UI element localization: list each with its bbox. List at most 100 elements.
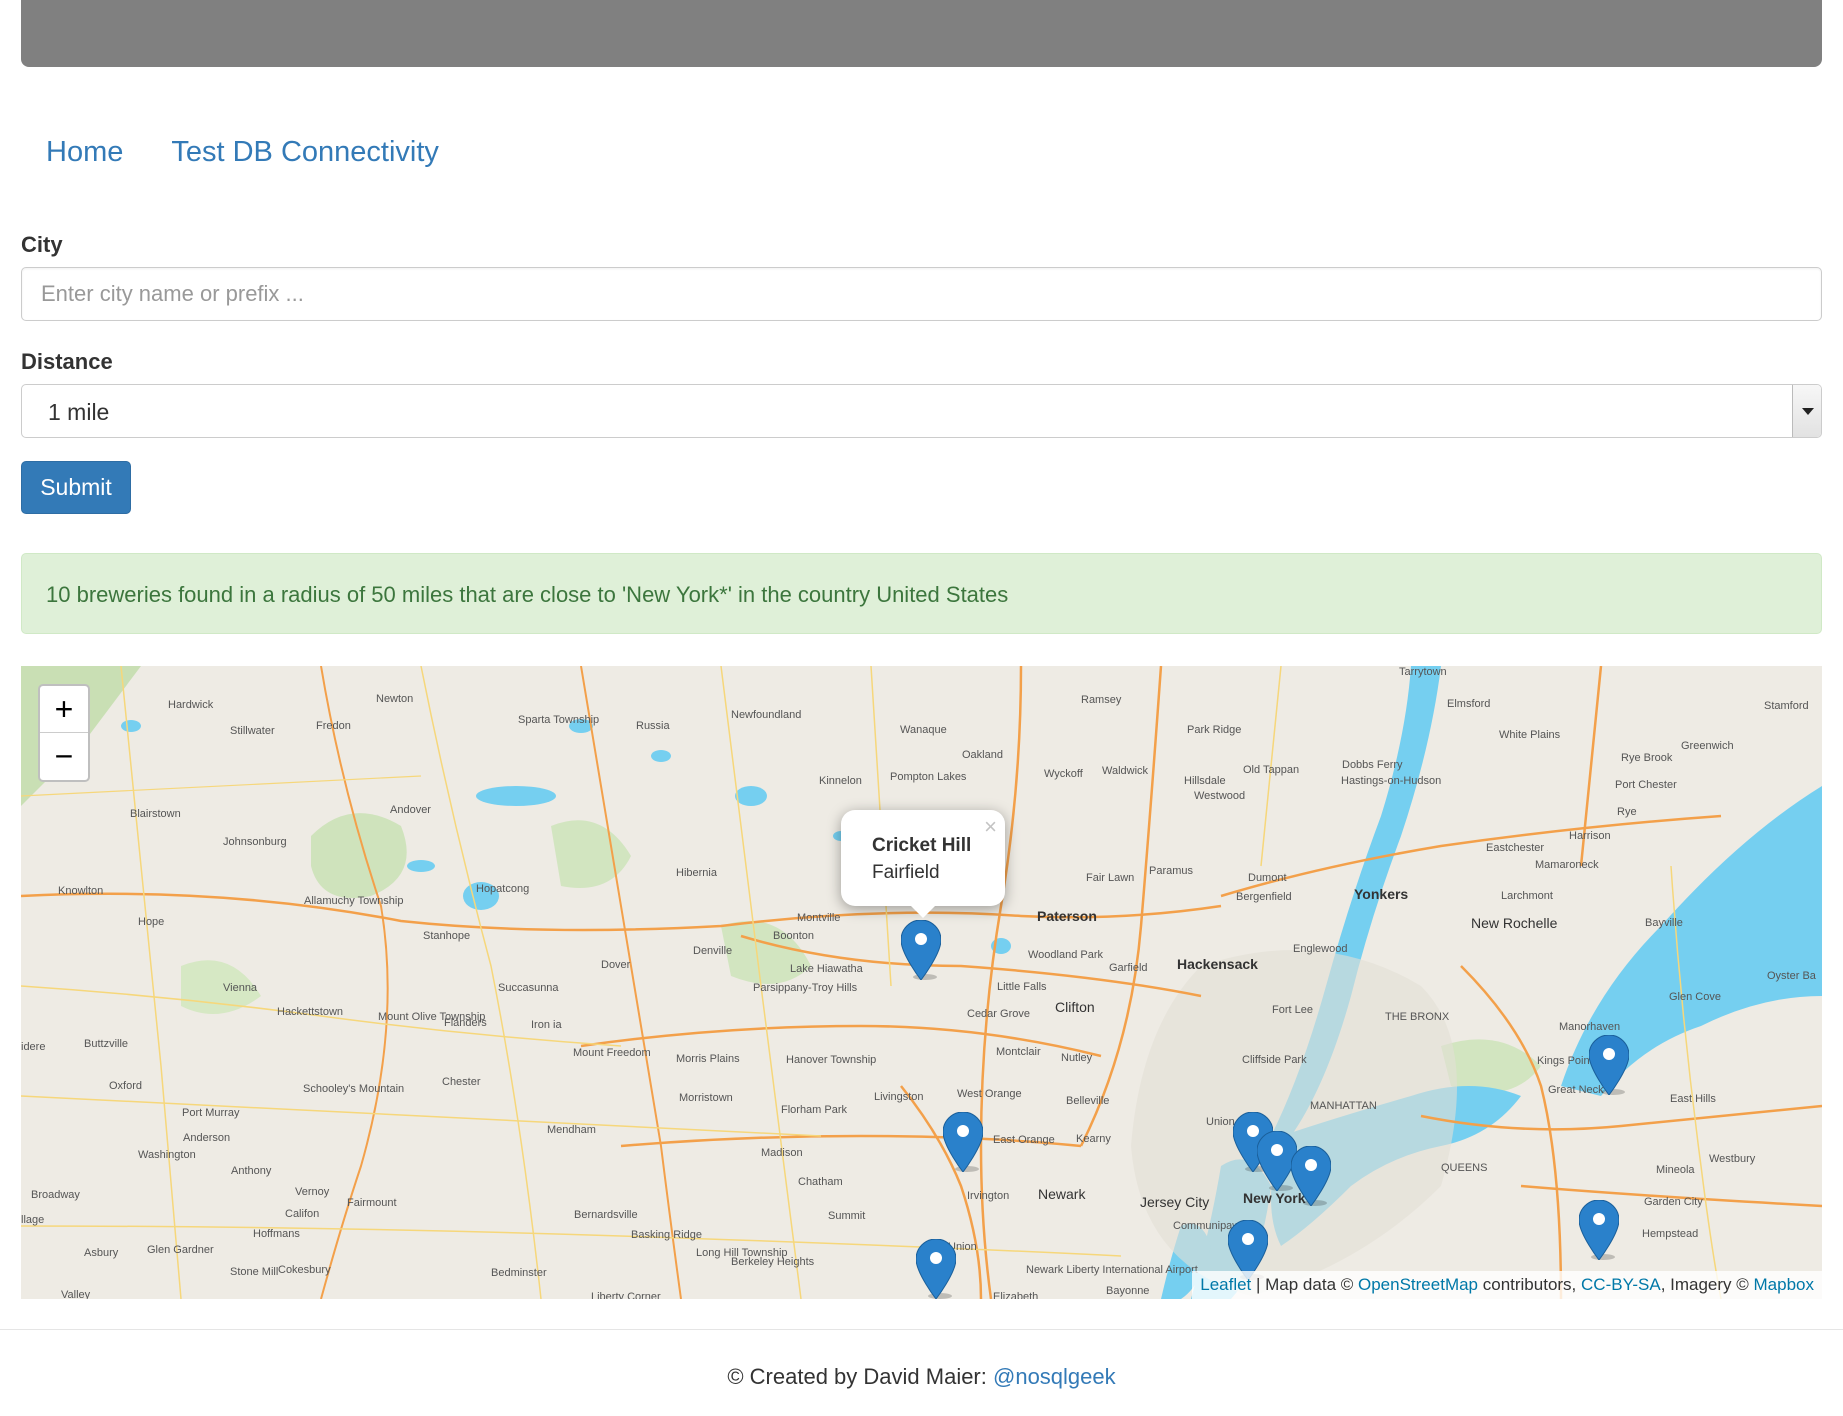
place-label: Florham Park [781,1104,848,1116]
place-label: Blairstown [130,808,181,820]
nav-home-link[interactable]: Home [46,136,123,169]
place-label: Summit [828,1210,866,1222]
place-label: Basking Ridge [631,1229,702,1241]
close-icon[interactable]: × [984,814,997,840]
place-label: Garden City [1644,1196,1703,1208]
place-label: Port Chester [1615,779,1677,791]
place-label: Stamford [1764,700,1809,712]
place-label: Flanders [444,1017,487,1029]
place-label: Chester [442,1076,481,1088]
place-label: Wanaque [900,724,947,736]
zoom-control: + − [38,684,90,782]
place-label: Vernoy [295,1186,330,1198]
place-label: Stillwater [230,725,275,737]
map-marker-icon[interactable] [1579,1200,1619,1260]
place-label: Asbury [84,1247,119,1259]
license-link[interactable]: CC-BY-SA [1581,1275,1661,1294]
place-label: Clifton [1055,999,1095,1015]
place-label: Hackensack [1177,956,1258,972]
place-label: Kinnelon [819,775,862,787]
city-input[interactable] [21,267,1822,321]
place-label: Dover [601,959,631,971]
place-label: Mamaroneck [1535,859,1599,871]
nav-test-db-link[interactable]: Test DB Connectivity [171,136,439,169]
place-label: Elizabeth [993,1291,1039,1299]
zoom-in-button[interactable]: + [40,686,88,733]
place-label: Nutley [1061,1052,1093,1064]
place-label: Andover [390,804,431,816]
place-label: Chatham [798,1176,843,1188]
place-label: QUEENS [1441,1162,1488,1174]
chevron-down-icon[interactable] [1792,385,1821,437]
place-label: Tarrytown [1399,666,1447,678]
place-label: Manorhaven [1559,1021,1621,1033]
place-label: Belleville [1066,1095,1110,1107]
place-label: Hempstead [1642,1228,1699,1240]
place-label: Bayville [1645,917,1683,929]
place-label: Mendham [547,1124,596,1136]
map-marker-icon[interactable] [1291,1146,1331,1206]
place-label: Fair Lawn [1086,872,1135,884]
map-container[interactable]: Hardwick Newton Fredon Stillwater Sparta… [21,666,1822,1299]
place-label: Buttzville [84,1038,129,1050]
place-label: Yonkers [1354,886,1409,902]
map-marker-icon[interactable] [916,1239,956,1299]
place-label: Mount Freedom [573,1047,651,1059]
mapbox-link[interactable]: Mapbox [1754,1275,1814,1294]
submit-button[interactable]: Submit [21,461,131,514]
leaflet-link[interactable]: Leaflet [1200,1275,1251,1294]
popup-subtitle: Fairfield [872,862,940,883]
map-marker-icon[interactable] [1589,1035,1629,1095]
place-label: Iron ia [531,1019,562,1031]
place-label: Dumont [1248,872,1287,884]
place-label: Bayonne [1106,1285,1150,1297]
place-label: Cliffside Park [1242,1054,1307,1066]
marker-popup: × Cricket Hill Fairfield [841,810,1005,918]
place-label: Oakland [962,749,1003,761]
place-label: Glen Cove [1669,991,1721,1003]
zoom-out-button[interactable]: − [40,733,88,780]
place-label: Newark [1038,1186,1086,1202]
results-message: 10 breweries found in a radius of 50 mil… [46,582,1009,607]
map-marker-icon[interactable] [901,920,941,980]
place-label: Oxford [109,1080,143,1092]
place-label: Hanover Township [786,1054,877,1066]
place-label: West Orange [957,1088,1022,1100]
map-attribution: Leaflet | Map data © OpenStreetMap contr… [1192,1271,1822,1299]
popup-title: Cricket Hill [872,835,972,856]
place-label: MANHATTAN [1310,1100,1377,1112]
place-label: Fredon [316,720,351,732]
place-label: East Orange [993,1134,1055,1146]
place-label: Sparta Township [518,714,600,726]
place-label: Berkeley Heights [731,1256,815,1268]
place-label: Stanhope [423,930,471,942]
place-label: Russia [636,720,670,732]
map-tiles [21,666,1822,1299]
place-label: Anthony [231,1165,272,1177]
place-label: Montclair [996,1046,1041,1058]
distance-select[interactable]: 1 mile [21,384,1822,438]
place-label: Livingston [874,1091,924,1103]
distance-selected-value: 1 mile [48,399,110,425]
place-label: Newark Liberty International Airport [1026,1264,1198,1276]
place-label: East Hills [1670,1093,1716,1105]
place-label: Hoffmans [253,1228,300,1240]
place-label: llage [21,1214,45,1226]
results-alert: 10 breweries found in a radius of 50 mil… [21,553,1822,634]
place-label: Valley [61,1289,91,1299]
place-label: Madison [761,1147,803,1159]
place-label: Larchmont [1501,890,1553,902]
place-label: Washington [138,1149,196,1161]
place-label: Little Falls [997,981,1047,993]
place-label: Harrison [1569,830,1611,842]
place-label: Fairmount [347,1197,397,1209]
place-label: Vienna [223,982,258,994]
twitter-handle-link[interactable]: @nosqlgeek [993,1364,1116,1389]
place-label: Hackettstown [277,1006,344,1018]
place-label: New Rochelle [1471,915,1558,931]
main-nav: Home Test DB Connectivity [46,136,439,169]
osm-link[interactable]: OpenStreetMap [1358,1275,1478,1294]
map-marker-icon[interactable] [943,1112,983,1172]
attribution-text: | Map data © [1251,1275,1358,1294]
place-label: Park Ridge [1187,724,1242,736]
